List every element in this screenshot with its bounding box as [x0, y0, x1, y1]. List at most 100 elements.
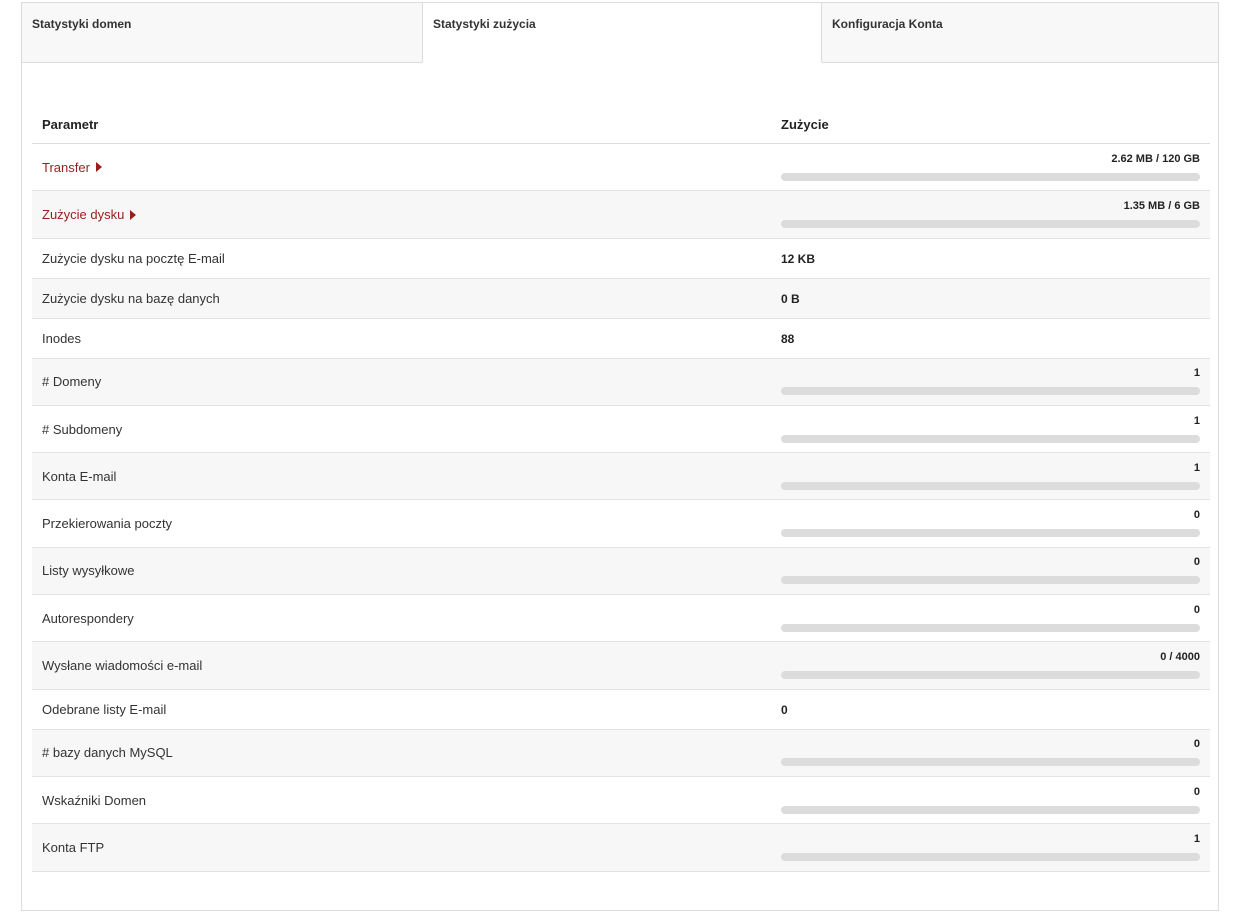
progress-track [781, 529, 1200, 538]
usage-value: 88 [781, 331, 795, 346]
progress-track [781, 805, 1200, 814]
parameter-label: Autorespondery [42, 610, 134, 626]
parameter-label: Przekierowania poczty [42, 516, 173, 532]
progress-track [781, 623, 1200, 632]
table-row: Inodes 88 [32, 319, 1210, 359]
usage-panel: Statystyki domen Statystyki zużycia Konf… [21, 2, 1219, 911]
parameter-cell: Wskaźniki Domen [32, 793, 781, 808]
usage-value: 1 [1193, 832, 1200, 845]
usage-value: 0 / 4000 [1160, 651, 1200, 664]
parameter-cell: Zużycie dysku na pocztę E-mail [32, 251, 781, 266]
table-header: Parametr Zużycie [32, 105, 1210, 144]
caret-right-icon[interactable] [130, 209, 137, 220]
usage-cell: 0 [781, 500, 1210, 547]
parameter-cell: Konta E-mail [32, 469, 781, 484]
usage-cell: 1 [781, 406, 1210, 453]
usage-meter: 1 [781, 453, 1200, 500]
parameter-label: Zużycie dysku na pocztę E-mail [42, 250, 225, 266]
parameter-label: Wysłane wiadomości e-mail [42, 658, 203, 674]
progress-track [781, 434, 1200, 443]
usage-meter: 2.62 MB / 120 GB [781, 144, 1200, 191]
usage-meter: 0 [781, 500, 1200, 547]
usage-cell: 88 [781, 331, 1210, 346]
parameter-label: # Subdomeny [42, 421, 123, 437]
usage-meter: 1 [781, 358, 1200, 405]
parameter-label: Konta E-mail [42, 468, 117, 484]
parameter-cell: Wysłane wiadomości e-mail [32, 658, 781, 673]
usage-value: 1 [1193, 414, 1200, 427]
usage-value: 0 [1193, 738, 1200, 751]
parameter-cell: Zużycie dysku na bazę danych [32, 291, 781, 306]
table-row: Przekierowania poczty 0 [32, 500, 1210, 548]
parameter-label: # Domeny [42, 374, 102, 390]
parameter-label: Wskaźniki Domen [42, 792, 147, 808]
usage-meter: 1.35 MB / 6 GB [781, 191, 1200, 238]
table-row: Konta E-mail 1 [32, 453, 1210, 501]
parameter-cell: # bazy danych MySQL [32, 745, 781, 760]
usage-table: Parametr Zużycie Transfer 2.62 MB / 120 G… [32, 105, 1210, 872]
usage-meter: 0 [781, 547, 1200, 594]
table-row: Zużycie dysku na pocztę E-mail 12 KB [32, 239, 1210, 279]
usage-value: 1 [1193, 461, 1200, 474]
usage-cell: 1 [781, 358, 1210, 405]
progress-track [781, 387, 1200, 396]
tab-domain-stats[interactable]: Statystyki domen [22, 3, 422, 63]
progress-track [781, 671, 1200, 680]
usage-cell: 2.62 MB / 120 GB [781, 144, 1210, 191]
usage-value: 0 [781, 702, 788, 717]
table-row: # bazy danych MySQL 0 [32, 729, 1210, 777]
parameter-link[interactable]: Zużycie dysku [42, 207, 124, 222]
tab-bar: Statystyki domen Statystyki zużycia Konf… [22, 3, 1218, 63]
progress-track [781, 172, 1200, 181]
parameter-cell: # Subdomeny [32, 422, 781, 437]
table-row: Odebrane listy E-mail 0 [32, 690, 1210, 730]
table-row: Wskaźniki Domen 0 [32, 777, 1210, 825]
parameter-label: Konta FTP [42, 839, 105, 855]
progress-track [781, 219, 1200, 228]
table-row: Wysłane wiadomości e-mail 0 / 4000 [32, 642, 1210, 690]
parameter-label: # bazy danych MySQL [42, 745, 173, 761]
parameter-cell: Odebrane listy E-mail [32, 702, 781, 717]
usage-value: 0 [1193, 603, 1200, 616]
usage-meter: 0 [781, 595, 1200, 642]
table-row: # Subdomeny 1 [32, 406, 1210, 454]
usage-value: 1 [1193, 367, 1200, 380]
parameter-label: Odebrane listy E-mail [42, 701, 167, 717]
progress-track [781, 481, 1200, 490]
parameter-link[interactable]: Transfer [42, 160, 90, 175]
parameter-label: Zużycie dysku na bazę danych [42, 290, 220, 306]
table-row: Autorespondery 0 [32, 595, 1210, 643]
usage-meter: 0 / 4000 [781, 642, 1200, 689]
table-row[interactable]: Transfer 2.62 MB / 120 GB [32, 144, 1210, 192]
usage-meter: 0 [781, 729, 1200, 776]
usage-cell: 0 [781, 777, 1210, 824]
progress-track [781, 758, 1200, 767]
parameter-cell: Konta FTP [32, 840, 781, 855]
usage-cell: 0 / 4000 [781, 642, 1210, 689]
usage-cell: 0 [781, 547, 1210, 594]
usage-meter: 0 [781, 777, 1200, 824]
usage-value: 0 [1193, 509, 1200, 522]
table-body: Transfer 2.62 MB / 120 GB Zużycie dysku 1.3… [32, 144, 1210, 872]
progress-track [781, 852, 1200, 861]
usage-cell: 1.35 MB / 6 GB [781, 191, 1210, 238]
parameter-cell: # Domeny [32, 374, 781, 389]
parameter-cell: Autorespondery [32, 611, 781, 626]
usage-value: 0 [1193, 785, 1200, 798]
progress-track [781, 576, 1200, 585]
parameter-cell: Przekierowania poczty [32, 516, 781, 531]
usage-cell: 0 [781, 729, 1210, 776]
table-row: Konta FTP 1 [32, 824, 1210, 872]
usage-value: 1.35 MB / 6 GB [1123, 199, 1200, 212]
usage-value: 12 KB [781, 251, 816, 266]
tab-account-config[interactable]: Konfiguracja Konta [822, 3, 1218, 63]
parameter-cell: Zużycie dysku [32, 207, 781, 222]
caret-right-icon[interactable] [95, 162, 102, 173]
usage-value: 2.62 MB / 120 GB [1111, 152, 1200, 165]
usage-value: 0 B [781, 291, 800, 306]
table-row[interactable]: Zużycie dysku 1.35 MB / 6 GB [32, 191, 1210, 239]
tab-usage-stats[interactable]: Statystyki zużycia [422, 3, 822, 63]
usage-meter: 1 [781, 824, 1200, 871]
parameter-label: Listy wysyłkowe [42, 563, 135, 579]
usage-cell: 0 B [781, 291, 1210, 306]
